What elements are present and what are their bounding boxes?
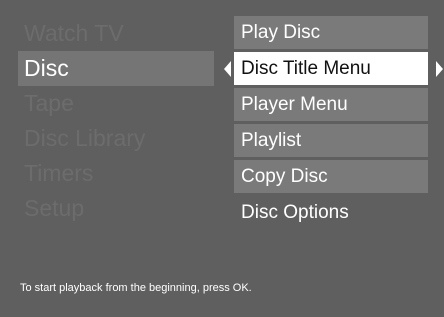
submenu-item-label: Player Menu	[241, 94, 348, 115]
main-menu-item-tape[interactable]: Tape	[18, 86, 214, 121]
submenu-item-play-disc[interactable]: Play Disc	[234, 16, 428, 49]
left-arrow-icon	[224, 60, 231, 77]
main-menu-item-timers[interactable]: Timers	[18, 156, 214, 191]
help-text: To start playback from the beginning, pr…	[20, 282, 252, 294]
submenu-item-disc-title-menu[interactable]: Disc Title Menu	[224, 52, 443, 85]
submenu-item-label: Playlist	[241, 130, 302, 151]
submenu-item-playlist[interactable]: Playlist	[234, 124, 428, 157]
main-menu-item-disc[interactable]: Disc	[18, 51, 214, 86]
disc-submenu: Play Disc Disc Title Menu Player Menu Pl…	[224, 16, 443, 232]
submenu-item-label: Play Disc	[241, 22, 321, 43]
submenu-item-disc-options[interactable]: Disc Options	[234, 196, 428, 229]
submenu-item-label: Disc Options	[241, 202, 349, 223]
main-menu: Watch TV Disc Tape Disc Library Timers S…	[18, 16, 214, 226]
main-menu-item-watch-tv[interactable]: Watch TV	[18, 16, 214, 51]
submenu-item-label: Disc Title Menu	[241, 58, 371, 79]
main-menu-item-disc-library[interactable]: Disc Library	[18, 121, 214, 156]
submenu-item-label: Copy Disc	[241, 166, 328, 187]
submenu-item-player-menu[interactable]: Player Menu	[234, 88, 428, 121]
submenu-item-copy-disc[interactable]: Copy Disc	[234, 160, 428, 193]
main-menu-item-setup[interactable]: Setup	[18, 191, 214, 226]
dvd-recorder-menu-screen: Watch TV Disc Tape Disc Library Timers S…	[0, 0, 444, 317]
right-arrow-icon	[436, 60, 443, 77]
